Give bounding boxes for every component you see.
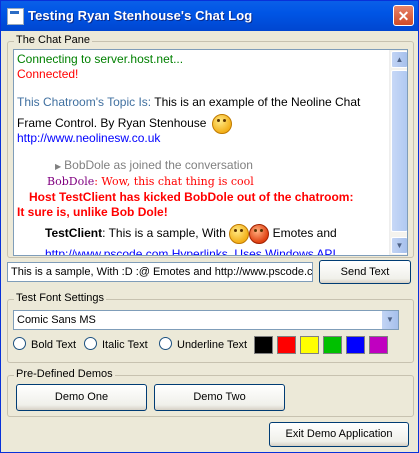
chat-pane-label: The Chat Pane	[14, 34, 92, 46]
close-icon[interactable]: ✕	[393, 5, 414, 26]
app-window: Testing Ryan Stenhouse's Chat Log ✕ The …	[0, 0, 419, 453]
chat-log[interactable]: Connecting to server.host.net... Connect…	[13, 49, 408, 256]
bob-message: BobDole: Wow, this chat thing is cool	[47, 174, 254, 189]
underline-label: Underline Text	[177, 339, 248, 351]
status-connected: Connected!	[17, 67, 79, 81]
chevron-down-icon[interactable]: ▼	[381, 311, 398, 329]
demo-two-button[interactable]: Demo Two	[154, 384, 285, 411]
arrow-right-icon: ▶	[55, 162, 62, 171]
test-name: TestClient	[45, 226, 103, 241]
radio-icon[interactable]	[159, 337, 172, 350]
smiley-icon	[211, 114, 232, 134]
test-text: : This is a sample, With	[102, 226, 226, 241]
join-notice-text: BobDole as joined the conversation	[64, 158, 253, 172]
italic-label: Italic Text	[102, 339, 148, 351]
demo-one-button[interactable]: Demo One	[16, 384, 147, 411]
window-title: Testing Ryan Stenhouse's Chat Log	[28, 8, 253, 23]
status-connecting: Connecting to server.host.net...	[17, 52, 184, 66]
underline-radio[interactable]: Underline Text	[159, 337, 247, 351]
italic-radio[interactable]: Italic Text	[84, 337, 148, 351]
test-message: TestClient: This is a sample, With Emote…	[45, 224, 337, 244]
bob-name: BobDole	[47, 175, 95, 188]
send-button[interactable]: Send Text	[319, 260, 411, 284]
partial-line: http://www.pscode.com Hyperlinks, Uses W…	[45, 247, 336, 255]
topic-text: This is an example of the Neoline Chat	[154, 95, 361, 109]
title-bar[interactable]: Testing Ryan Stenhouse's Chat Log ✕	[1, 1, 418, 31]
topic-text-2: Frame Control. By Ryan Stenhouse	[17, 116, 207, 131]
demos-label: Pre-Defined Demos	[14, 368, 115, 380]
kick-message: Host TestClient has kicked BobDole out o…	[29, 190, 354, 204]
topic-line: This Chatroom's Topic Is: This is an exa…	[17, 95, 360, 110]
color-swatch[interactable]	[254, 336, 273, 354]
join-notice: ▶ BobDole as joined the conversation	[55, 158, 253, 174]
color-swatch[interactable]	[323, 336, 342, 354]
topic-link[interactable]: http://www.neolinesw.co.uk	[17, 131, 160, 146]
exit-button[interactable]: Exit Demo Application	[269, 422, 409, 447]
radio-icon[interactable]	[84, 337, 97, 350]
font-select[interactable]: Comic Sans MS ▼	[13, 310, 399, 330]
scroll-up-icon[interactable]: ▲	[391, 51, 407, 68]
color-swatch[interactable]	[277, 336, 296, 354]
topic-label: This Chatroom's Topic Is:	[17, 95, 152, 109]
app-icon[interactable]	[7, 8, 24, 25]
test-text-end: Emotes and	[272, 226, 337, 241]
angry-smiley-icon	[249, 224, 270, 244]
color-swatch[interactable]	[300, 336, 319, 354]
color-swatch[interactable]	[346, 336, 365, 354]
bob-text: : Wow, this chat thing is cool	[94, 175, 254, 188]
kick-reason: It sure is, unlike Bob Dole!	[17, 205, 168, 219]
color-swatch[interactable]	[369, 336, 388, 354]
chat-scrollbar[interactable]: ▲ ▼	[389, 50, 407, 255]
font-select-value: Comic Sans MS	[17, 314, 96, 326]
bold-radio[interactable]: Bold Text	[13, 337, 76, 351]
font-settings-label: Test Font Settings	[14, 292, 107, 304]
message-input[interactable]: This is a sample, With :D :@ Emotes and …	[7, 262, 313, 282]
scroll-thumb[interactable]	[391, 70, 407, 232]
chat-content: Connecting to server.host.net... Connect…	[17, 50, 385, 255]
scroll-down-icon[interactable]: ▼	[391, 237, 407, 254]
smiley-icon	[229, 224, 250, 244]
bold-label: Bold Text	[31, 339, 77, 351]
radio-icon[interactable]	[13, 337, 26, 350]
